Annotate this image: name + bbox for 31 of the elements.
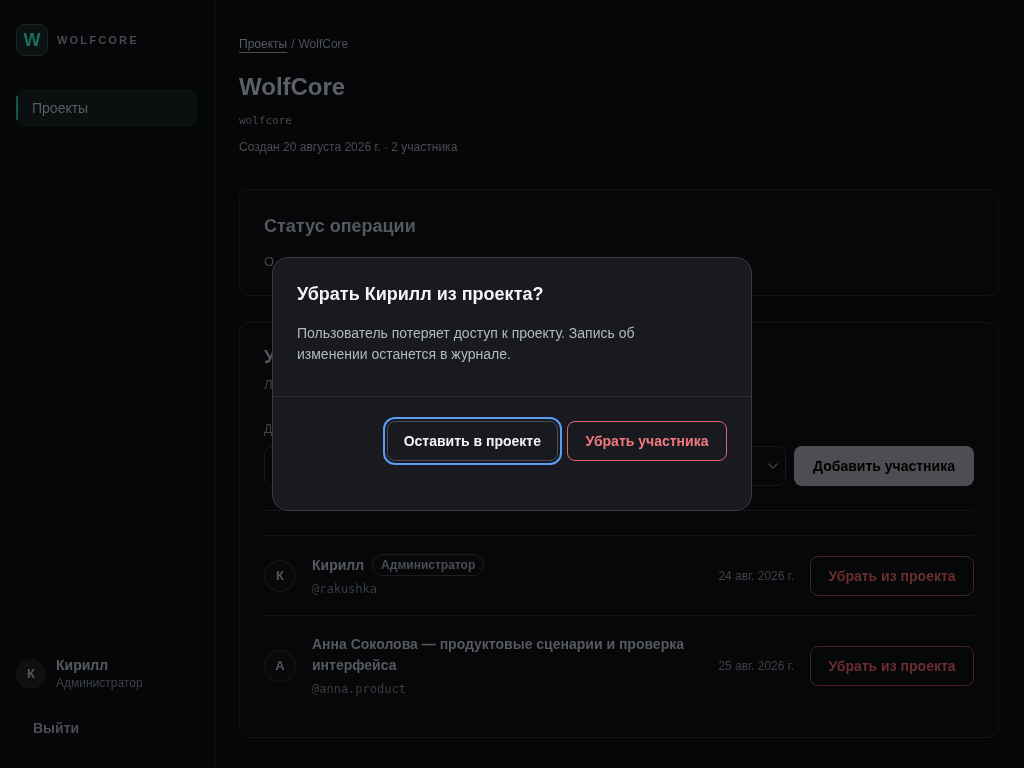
card-subtitle: Л [264, 376, 273, 394]
chevron-down-icon [768, 463, 778, 469]
member-date: 24 авг. 2026 г. [718, 568, 794, 583]
member-avatar: К [264, 559, 296, 592]
user-name: Кирилл [56, 656, 110, 674]
member-date: 25 авг. 2026 г. [718, 658, 794, 673]
remove-member-button[interactable]: Убрать из проекта [810, 555, 974, 596]
member-handle: @anna.product [312, 681, 406, 697]
dialog-message: Пользователь потеряет доступ к проекту. Запись об изменении останется в журнале. [297, 324, 636, 364]
remove-member-button[interactable]: Убрать из проекта [810, 645, 974, 686]
project-meta: Создан 20 августа 2026 г. · 2 участника [239, 139, 459, 155]
field-label: Д [264, 421, 273, 437]
logout-button[interactable]: Выйти [16, 713, 80, 743]
logo-mark: W [16, 24, 48, 56]
user-avatar: К [16, 658, 46, 689]
member-handle: @rakushka [312, 581, 378, 597]
card-title: Статус операции [264, 215, 417, 238]
remove-participant-button[interactable]: Убрать участника [567, 421, 727, 461]
breadcrumb-separator: / [291, 36, 295, 52]
brand-name: WOLFCORE [57, 34, 139, 46]
breadcrumb-link[interactable]: Проекты [239, 36, 288, 52]
member-name: Анна Соколова — продуктовые сценарии и проверка интерфейса [312, 635, 685, 675]
nav-item[interactable]: Проекты [16, 89, 197, 127]
user-role: Администратор [56, 675, 143, 691]
member-name: Кирилл [312, 555, 365, 575]
member-avatar: А [264, 649, 296, 682]
project-title: WolfCore [239, 72, 347, 102]
dialog-title: Убрать Кирилл из проекта? [297, 283, 545, 306]
breadcrumb-current: WolfCore [298, 36, 349, 52]
project-slug: wolfcore [239, 113, 293, 129]
status-text: О [264, 253, 275, 271]
